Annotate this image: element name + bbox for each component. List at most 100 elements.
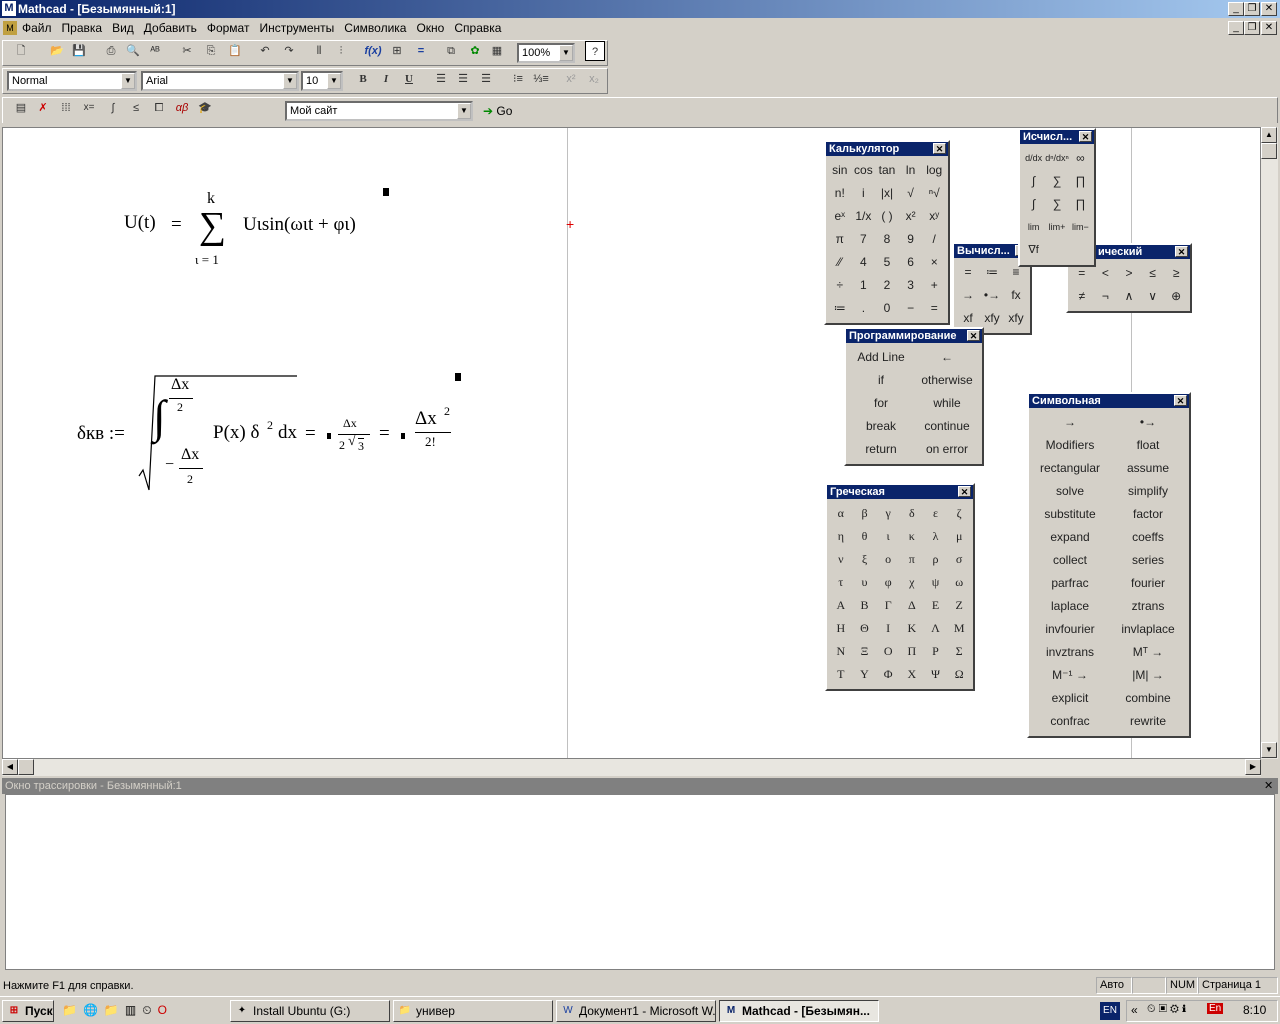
browser-icon[interactable]: 🌐 <box>83 1003 104 1017</box>
zoom-select[interactable]: 100% ▼ <box>517 43 575 63</box>
palette-button[interactable]: × <box>922 251 946 274</box>
palette-button[interactable]: tan <box>875 159 899 182</box>
palette-button[interactable]: parfrac <box>1031 572 1109 595</box>
palette-button[interactable]: ∫ <box>1022 170 1045 193</box>
align-center-icon[interactable]: ☰ <box>453 69 473 89</box>
palette-button[interactable]: substitute <box>1031 503 1109 526</box>
palette-button[interactable]: ≔ <box>828 297 852 320</box>
palette-button[interactable]: ⊕ <box>1164 285 1188 308</box>
palette-button[interactable]: ∞ <box>1069 147 1092 170</box>
palette-button[interactable]: δ <box>900 502 924 525</box>
palette-button[interactable]: λ <box>924 525 948 548</box>
palette-button[interactable]: ∑ <box>1045 170 1069 193</box>
palette-button[interactable]: otherwise <box>914 369 980 392</box>
palette-button[interactable]: = <box>956 261 980 284</box>
palette-button[interactable]: continue <box>914 415 980 438</box>
palette-button[interactable]: on error <box>914 438 980 461</box>
palette-button[interactable]: invztrans <box>1031 641 1109 664</box>
palette-button[interactable]: χ <box>900 571 924 594</box>
palette-button[interactable]: dⁿ/dxⁿ <box>1045 147 1069 170</box>
bullets-icon[interactable]: ⁝≡ <box>508 69 528 89</box>
palette-button[interactable]: 7 <box>852 228 876 251</box>
superscript-icon[interactable]: x² <box>561 69 581 89</box>
palette-button[interactable]: ≥ <box>1164 262 1188 285</box>
palette-button[interactable]: Η <box>829 617 853 640</box>
palette-button[interactable]: Κ <box>900 617 924 640</box>
programming-toolbar-icon[interactable]: ⧠ <box>149 98 169 118</box>
calculator-toolbar-icon[interactable]: ▤ <box>11 98 31 118</box>
table-icon[interactable]: ▦ <box>487 41 507 61</box>
palette-button[interactable]: ρ <box>924 548 948 571</box>
language-indicator[interactable]: EN <box>1100 1002 1120 1020</box>
scroll-left-icon[interactable]: ◀ <box>2 759 18 775</box>
palette-button[interactable]: break <box>848 415 914 438</box>
matrix-toolbar-icon[interactable]: ⁞⁞⁞ <box>56 98 76 118</box>
palette-button[interactable]: expand <box>1031 526 1109 549</box>
palette-button[interactable]: ( ) <box>875 205 899 228</box>
palette-button[interactable]: Ψ <box>924 663 948 686</box>
close-icon[interactable]: ✕ <box>1079 131 1092 142</box>
scroll-up-icon[interactable]: ▲ <box>1261 127 1277 143</box>
bold-button[interactable]: B <box>353 69 373 89</box>
doc-minimize-button[interactable]: _ <box>1228 21 1244 35</box>
close-icon[interactable]: ✕ <box>1174 395 1187 406</box>
palette-button[interactable]: ι <box>876 525 900 548</box>
palette-button[interactable]: 8 <box>875 228 899 251</box>
print-icon[interactable]: ⎙ <box>101 41 121 61</box>
go-button[interactable]: ➔ Go <box>483 102 512 120</box>
palette-button[interactable]: γ <box>876 502 900 525</box>
palette-button[interactable]: for <box>848 392 914 415</box>
palette-button[interactable]: xʸ <box>922 205 946 228</box>
palette-button[interactable]: ω <box>947 571 971 594</box>
palette-button[interactable]: lim− <box>1069 216 1092 239</box>
palette-button[interactable]: . <box>852 297 876 320</box>
calc-icon[interactable]: ▥ <box>125 1003 142 1017</box>
restore-button[interactable]: ❐ <box>1244 2 1260 16</box>
align-left-icon[interactable]: ☰ <box>431 69 451 89</box>
palette-button[interactable]: π <box>900 548 924 571</box>
palette-button[interactable]: Ν <box>829 640 853 663</box>
palette-button[interactable]: lim+ <box>1045 216 1069 239</box>
palette-button[interactable]: rectangular <box>1031 457 1109 480</box>
subscript-icon[interactable]: x₂ <box>584 69 604 89</box>
palette-button[interactable]: τ <box>829 571 853 594</box>
close-button[interactable]: ✕ <box>1261 2 1277 16</box>
component-icon[interactable]: ⧉ <box>441 41 461 61</box>
palette-button[interactable]: |M| → <box>1109 664 1187 687</box>
palette-button[interactable]: ≠ <box>1070 285 1094 308</box>
font-select[interactable]: Arial ▼ <box>141 71 299 91</box>
palette-button[interactable]: ο <box>876 548 900 571</box>
palette-button[interactable]: 1/x <box>852 205 876 228</box>
vertical-scrollbar[interactable]: ▲ ▼ <box>1261 127 1278 759</box>
palette-button[interactable]: ∇f <box>1022 239 1045 262</box>
calculus-toolbar-icon[interactable]: ∫ <box>103 98 123 118</box>
task-univer[interactable]: 📁 универ <box>393 1000 553 1022</box>
italic-button[interactable]: I <box>376 69 396 89</box>
palette-button[interactable]: Γ <box>876 594 900 617</box>
palette-button[interactable]: Τ <box>829 663 853 686</box>
palette-button[interactable]: μ <box>947 525 971 548</box>
palette-button[interactable]: 2 <box>875 274 899 297</box>
menu-edit[interactable]: Правка <box>57 21 108 35</box>
palette-button[interactable]: → <box>1031 411 1109 434</box>
palette-button[interactable]: 6 <box>899 251 923 274</box>
palette-button[interactable]: 4 <box>852 251 876 274</box>
doc-close-button[interactable]: ✕ <box>1261 21 1277 35</box>
palette-button[interactable]: → <box>956 284 980 307</box>
scroll-thumb[interactable] <box>1261 143 1277 159</box>
palette-button[interactable]: if <box>848 369 914 392</box>
palette-button[interactable]: Modifiers <box>1031 434 1109 457</box>
menu-insert[interactable]: Добавить <box>139 21 202 35</box>
palette-button[interactable]: Β <box>853 594 877 617</box>
folder-icon[interactable]: 📁 <box>104 1003 125 1017</box>
palette-button[interactable]: ∏ <box>1069 193 1092 216</box>
palette-button[interactable]: ÷ <box>828 274 852 297</box>
task-mathcad[interactable]: M Mathcad - [Безымян... <box>719 1000 879 1022</box>
palette-button[interactable]: κ <box>900 525 924 548</box>
palette-button[interactable]: eˣ <box>828 205 852 228</box>
palette-button[interactable]: while <box>914 392 980 415</box>
greek-toolbar-icon[interactable]: αβ <box>172 98 192 118</box>
palette-button[interactable]: ln <box>899 159 923 182</box>
resources-icon[interactable]: ✿ <box>465 41 485 61</box>
close-icon[interactable]: ✕ <box>967 330 980 341</box>
